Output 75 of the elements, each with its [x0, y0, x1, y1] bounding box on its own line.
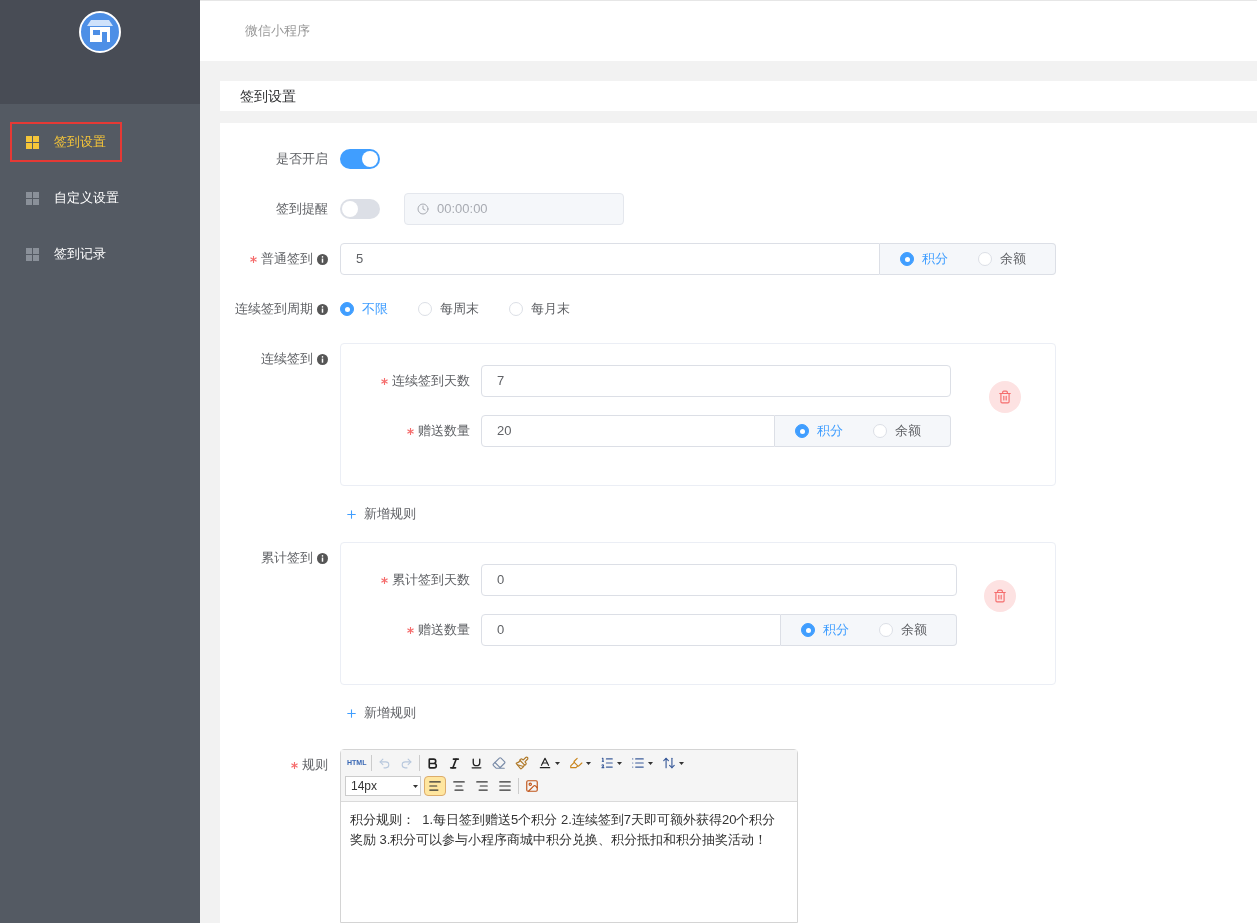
store-logo — [79, 11, 121, 53]
required-asterisk-icon — [407, 427, 414, 435]
undo-icon — [378, 756, 392, 770]
grid-icon — [26, 247, 39, 261]
radio-option[interactable]: 余额 — [978, 249, 1026, 269]
paintbrush-icon — [515, 756, 530, 770]
highlighter-icon — [569, 756, 584, 770]
trash-icon — [993, 589, 1007, 603]
sidebar-item[interactable]: 签到设置 — [10, 122, 122, 162]
ordered-list-icon — [600, 756, 615, 770]
underline-icon — [470, 756, 484, 770]
caret-icon — [413, 784, 418, 788]
field-label: 累计签到天数 — [392, 571, 470, 590]
info-icon — [317, 253, 328, 265]
rules-text: 积分规则： 1.每日签到赠送5个积分 2.连续签到7天即可额外获得20个积分奖励 3.积分可以参与小程序商城中积分兑换、积分抵扣和积分抽奖活动！ — [350, 811, 777, 849]
field-label: 普通签到 — [261, 250, 313, 269]
eraser-icon — [492, 756, 507, 770]
toggle-switch[interactable] — [340, 149, 380, 169]
grid-icon — [26, 135, 39, 149]
required-asterisk-icon — [407, 626, 414, 634]
page-title: 微信小程序 — [245, 22, 310, 41]
line-height-icon — [662, 756, 677, 770]
bullet-list-icon — [631, 756, 646, 770]
plus-icon — [345, 706, 358, 720]
info-icon — [317, 353, 328, 365]
info-icon — [317, 552, 328, 564]
redo-icon — [400, 756, 414, 770]
italic-icon — [448, 756, 462, 770]
trash-icon — [998, 390, 1012, 404]
delete-button[interactable] — [989, 381, 1021, 413]
font-size-select[interactable]: 14px — [345, 776, 421, 796]
field-label: 连续签到 — [261, 350, 313, 369]
field-label: 签到提醒 — [276, 200, 328, 219]
days-input[interactable]: 0 — [481, 564, 957, 596]
number-input[interactable]: 20 — [481, 415, 775, 447]
font-color-icon — [538, 756, 553, 770]
field-label: 连续签到天数 — [392, 372, 470, 391]
caret-icon — [586, 761, 592, 765]
align-justify-icon — [498, 779, 512, 793]
bold-icon — [426, 756, 440, 770]
sidebar-item[interactable]: 自定义设置 — [10, 178, 135, 218]
field-label: 赠送数量 — [418, 422, 470, 441]
clock-icon — [417, 203, 429, 215]
days-input[interactable]: 7 — [481, 365, 951, 397]
delete-button[interactable] — [984, 580, 1016, 612]
align-center-icon — [452, 779, 466, 793]
info-icon — [317, 303, 328, 315]
caret-icon — [679, 761, 685, 765]
required-asterisk-icon — [381, 377, 388, 385]
radio-option[interactable]: 余额 — [879, 620, 927, 640]
grid-icon — [26, 191, 39, 205]
add-rule-button[interactable]: 新增规则 — [340, 703, 416, 723]
align-left-button[interactable] — [424, 776, 446, 796]
field-label: 累计签到 — [261, 549, 313, 568]
plus-icon — [345, 507, 358, 521]
required-asterisk-icon — [381, 576, 388, 584]
align-right-icon — [475, 779, 489, 793]
card-title: 签到设置 — [240, 86, 296, 106]
image-icon — [525, 779, 539, 793]
align-left-icon — [428, 779, 442, 793]
field-label: 连续签到周期 — [235, 300, 313, 319]
radio-option[interactable]: 余额 — [873, 421, 921, 441]
radio-option[interactable]: 每周末 — [418, 299, 479, 319]
field-label: 赠送数量 — [418, 621, 470, 640]
radio-option[interactable]: 每月末 — [509, 299, 570, 319]
sidebar-item[interactable]: 签到记录 — [10, 234, 122, 274]
caret-icon — [648, 761, 654, 765]
caret-icon — [555, 761, 561, 765]
number-input[interactable]: 0 — [481, 614, 781, 646]
add-rule-button[interactable]: 新增规则 — [340, 504, 416, 524]
field-label: 是否开启 — [276, 150, 328, 169]
field-label: 规则 — [302, 756, 328, 775]
toggle-switch[interactable] — [340, 199, 380, 219]
caret-icon — [617, 761, 623, 765]
number-input[interactable]: 5 — [340, 243, 880, 275]
